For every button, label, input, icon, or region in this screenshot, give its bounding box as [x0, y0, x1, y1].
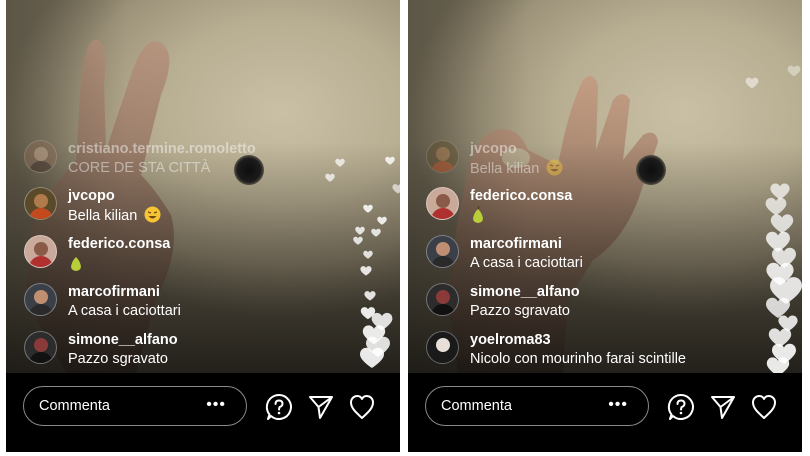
comment-message: Nicolo con mourinho farai scintille: [470, 351, 686, 367]
comment-item: marcofirmani A casa i caciottari: [24, 283, 181, 321]
comment-message: A casa i caciottari: [470, 255, 583, 271]
avatar[interactable]: [426, 283, 459, 316]
comment-username[interactable]: marcofirmani: [68, 283, 181, 302]
live-comments: cristiano.termine.romoletto CORE DE STA …: [24, 0, 340, 373]
comment-placeholder: Commenta: [441, 398, 512, 414]
comment-item: marcofirmani A casa i caciottari: [426, 235, 583, 273]
comment-username[interactable]: federico.consa: [470, 187, 572, 206]
avatar[interactable]: [426, 187, 459, 220]
question-icon[interactable]: [667, 393, 695, 421]
send-icon[interactable]: [307, 393, 335, 421]
comment-message: Pazzo sgravato: [68, 351, 168, 367]
floating-hearts: [325, 156, 400, 368]
comment-item: jvcopo Bella kilian: [426, 140, 563, 179]
send-icon[interactable]: [709, 393, 737, 421]
comment-message: Pazzo sgravato: [470, 303, 570, 319]
comment-username[interactable]: simone__alfano: [68, 331, 178, 350]
live-bottom-bar: Commenta •••: [408, 373, 802, 452]
avatar[interactable]: [426, 235, 459, 268]
live-bottom-bar: Commenta •••: [6, 373, 400, 452]
avatar[interactable]: [426, 140, 459, 173]
comment-input[interactable]: Commenta •••: [425, 386, 649, 426]
live-stream-right: jvcopo Bella kilian federico.consa marco…: [408, 0, 802, 452]
more-options-icon[interactable]: •••: [206, 396, 226, 414]
comment-username[interactable]: jvcopo: [68, 187, 161, 206]
live-comments: jvcopo Bella kilian federico.consa marco…: [426, 0, 742, 373]
avatar[interactable]: [426, 331, 459, 364]
comment-username[interactable]: jvcopo: [470, 140, 563, 159]
comment-item: cristiano.termine.romoletto CORE DE STA …: [24, 140, 256, 178]
avatar[interactable]: [24, 331, 57, 364]
comment-item: yoelroma83 Nicolo con mourinho farai sci…: [426, 331, 686, 369]
avatar[interactable]: [24, 187, 57, 220]
heart-icon[interactable]: [348, 393, 376, 421]
question-icon[interactable]: [265, 393, 293, 421]
heart-icon[interactable]: [750, 393, 778, 421]
floating-hearts: [745, 65, 802, 373]
comment-username[interactable]: marcofirmani: [470, 235, 583, 254]
comment-item: simone__alfano Pazzo sgravato: [426, 283, 580, 321]
avatar[interactable]: [24, 235, 57, 268]
comment-username[interactable]: federico.consa: [68, 235, 170, 254]
comment-message: Bella kilian: [68, 208, 138, 224]
comment-item: simone__alfano Pazzo sgravato: [24, 331, 178, 369]
comment-message: CORE DE STA CITTÀ: [68, 160, 211, 176]
pear-emoji-icon: [71, 254, 81, 271]
pear-emoji-icon: [473, 206, 483, 223]
laughing-face-emoji-icon: [144, 206, 161, 223]
comment-username[interactable]: cristiano.termine.romoletto: [68, 140, 256, 159]
avatar[interactable]: [24, 140, 57, 173]
more-options-icon[interactable]: •••: [608, 396, 628, 414]
comment-username[interactable]: yoelroma83: [470, 331, 686, 350]
comment-item: federico.consa: [24, 235, 170, 275]
comment-username[interactable]: simone__alfano: [470, 283, 580, 302]
live-stream-left: cristiano.termine.romoletto CORE DE STA …: [6, 0, 400, 452]
avatar[interactable]: [24, 283, 57, 316]
comment-message: A casa i caciottari: [68, 303, 181, 319]
comment-message: Bella kilian: [470, 161, 540, 177]
laughing-face-emoji-icon: [546, 159, 563, 176]
live-video: jvcopo Bella kilian federico.consa marco…: [408, 0, 802, 373]
comment-item: jvcopo Bella kilian: [24, 187, 161, 226]
comment-input[interactable]: Commenta •••: [23, 386, 247, 426]
live-video: cristiano.termine.romoletto CORE DE STA …: [6, 0, 400, 373]
comment-item: federico.consa: [426, 187, 572, 227]
comment-placeholder: Commenta: [39, 398, 110, 414]
